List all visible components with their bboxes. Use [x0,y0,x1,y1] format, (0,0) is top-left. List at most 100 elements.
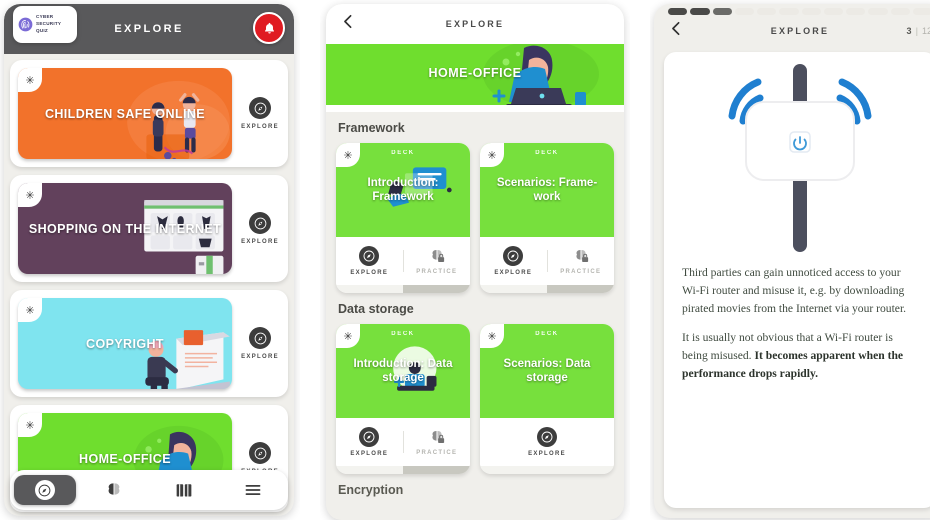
badge-glyph: ✳ [343,330,353,343]
panel2-hero-wrap: HOME-OFFICE [326,44,624,112]
lesson-paragraph-2: It is usually not obvious that a Wi-Fi r… [682,329,918,383]
progress-segment [890,8,910,15]
screenshot-root: CYBER SECURITY QUIZ EXPLORE ✳ CHILDREN S… [0,0,930,520]
topic-explore-button[interactable]: EXPLORE [232,290,288,397]
topic-explore-label: EXPLORE [241,354,279,360]
logo-line-1: CYBER [36,14,54,20]
topic-explore-label: EXPLORE [241,124,279,130]
topic-card[interactable]: ✳ SHOPPING ON THE INTERNET EXPLORE [10,175,288,282]
deck-practice-button[interactable]: PRACTICE [548,237,615,285]
deck-row: DECK ✳ Introduction: Data storage EXPLOR… [336,324,614,474]
badge-glyph: ✳ [25,304,35,317]
notification-bell-button[interactable] [253,12,285,44]
deck-actions: EXPLORE PRACTICE [336,418,470,466]
progress-segment [779,8,799,15]
deck-practice-label: PRACTICE [560,269,602,275]
topic-explore-button[interactable]: EXPLORE [232,175,288,282]
progress-segment [846,8,866,15]
sidebar-item-library[interactable] [149,470,219,510]
section-title-next: Encryption [338,483,404,497]
progress-segment [912,8,930,15]
compass-icon [537,427,557,447]
chevron-left-icon [672,21,680,36]
progress-segment [801,8,821,15]
badge-glyph: ✳ [25,419,35,432]
deck-practice-label: PRACTICE [416,450,458,456]
compass-icon [249,212,271,234]
badge-glyph: ✳ [25,74,35,87]
progress-segment-current [712,8,732,15]
compass-icon [249,442,271,464]
illustration-area [664,52,930,264]
current-page: 3 [906,26,912,36]
content-card: Third parties can gain unnoticed access … [664,52,930,508]
deck-banner: DECK ✳ Introduction: Data storage [336,324,470,418]
brain-lock-icon [576,249,588,262]
deck-explore-label: EXPLORE [350,270,389,276]
deck-actions: EXPLORE PRACTICE [480,237,614,285]
back-button[interactable] [668,20,685,42]
total-pages: 12 [921,26,930,36]
topic-label: CHILDREN SAFE ONLINE [44,106,206,121]
deck-progress-bar [480,285,614,293]
compass-icon [359,246,380,266]
app-logo[interactable]: CYBER SECURITY QUIZ [13,6,77,43]
deck-card[interactable]: DECK ✳ Introduction: Data storage EXPLOR… [336,324,470,474]
panel3-frame: EXPLORE 3 | 12 Third parties can gain un… [654,4,930,518]
page-title: EXPLORE [114,23,184,35]
brain-icon [108,482,120,496]
progress-segment [757,8,777,15]
topic-card[interactable]: ✳ COPYRIGHT EXPLORE [10,290,288,397]
deck-explore-label: EXPLORE [350,451,389,457]
compass-icon [249,97,271,119]
deck-banner: DECK ✳ Introduction: Framework [336,143,470,237]
deck-explore-button[interactable]: EXPLORE [480,237,547,285]
topic-explore-button[interactable]: EXPLORE [232,60,288,167]
sidebar-item-explore[interactable] [10,470,80,510]
topic-card[interactable]: ✳ CHILDREN SAFE ONLINE EXPLORE [10,60,288,167]
section-title: Framework [338,121,405,135]
deck-card[interactable]: DECK ✳ Scenarios: Frame-work EXPLORE PRA… [480,143,614,293]
bell-icon [264,22,274,33]
progress-segment [734,8,754,15]
deck-explore-label: EXPLORE [494,270,533,276]
counter-separator: | [915,26,918,36]
badge-glyph: ✳ [25,189,35,202]
deck-explore-button[interactable]: EXPLORE [336,237,403,285]
fingerprint-icon [18,17,33,32]
app-logo-text: CYBER SECURITY QUIZ [36,14,61,35]
deck-practice-label: PRACTICE [416,269,458,275]
logo-line-3: QUIZ [36,27,48,33]
topic-banner: ✳ CHILDREN SAFE ONLINE [18,68,232,159]
deck-card[interactable]: DECK ✳ Scenarios: Data storage EXPLORE [480,324,614,474]
deck-practice-button[interactable]: PRACTICE [404,418,471,466]
deck-explore-label: EXPLORE [528,451,566,457]
deck-actions: EXPLORE [480,418,614,466]
topic-card-list: ✳ CHILDREN SAFE ONLINE EXPLORE ✳ SHOPPIN… [4,54,294,516]
book-icon [176,484,192,497]
deck-practice-button[interactable]: PRACTICE [404,237,471,285]
nav-active-pill [13,475,76,505]
panel1-header: CYBER SECURITY QUIZ EXPLORE [4,4,294,54]
progress-segment [868,8,888,15]
topic-explore-label: EXPLORE [241,239,279,245]
phone-panel-content: EXPLORE 3 | 12 Third parties can gain un… [650,0,930,520]
panel1-frame: CYBER SECURITY QUIZ EXPLORE ✳ CHILDREN S… [4,4,294,516]
sidebar-item-practice[interactable] [80,470,150,510]
deck-banner: DECK ✳ Scenarios: Frame-work [480,143,614,237]
panel2-header: EXPLORE [326,4,624,44]
panel2-frame: EXPLORE HOME-OFFICE Framework DECK ✳ Int… [326,4,624,520]
deck-explore-button[interactable]: EXPLORE [336,418,403,466]
progress-segment [668,8,688,15]
deck-name: Scenarios: Frame-work [496,176,598,203]
deck-progress-bar [336,466,470,474]
compass-icon [359,427,380,447]
topic-banner: ✳ SHOPPING ON THE INTERNET [18,183,232,274]
phone-panel-topic-list: CYBER SECURITY QUIZ EXPLORE ✳ CHILDREN S… [0,0,300,520]
hamburger-icon [245,485,261,495]
deck-explore-button[interactable]: EXPLORE [480,418,614,466]
deck-scroll-area[interactable]: Framework DECK ✳ Introduction: Framework… [326,112,624,520]
deck-card[interactable]: DECK ✳ Introduction: Framework EXPLORE P… [336,143,470,293]
back-button[interactable] [340,13,357,35]
sidebar-item-menu[interactable] [219,470,289,510]
